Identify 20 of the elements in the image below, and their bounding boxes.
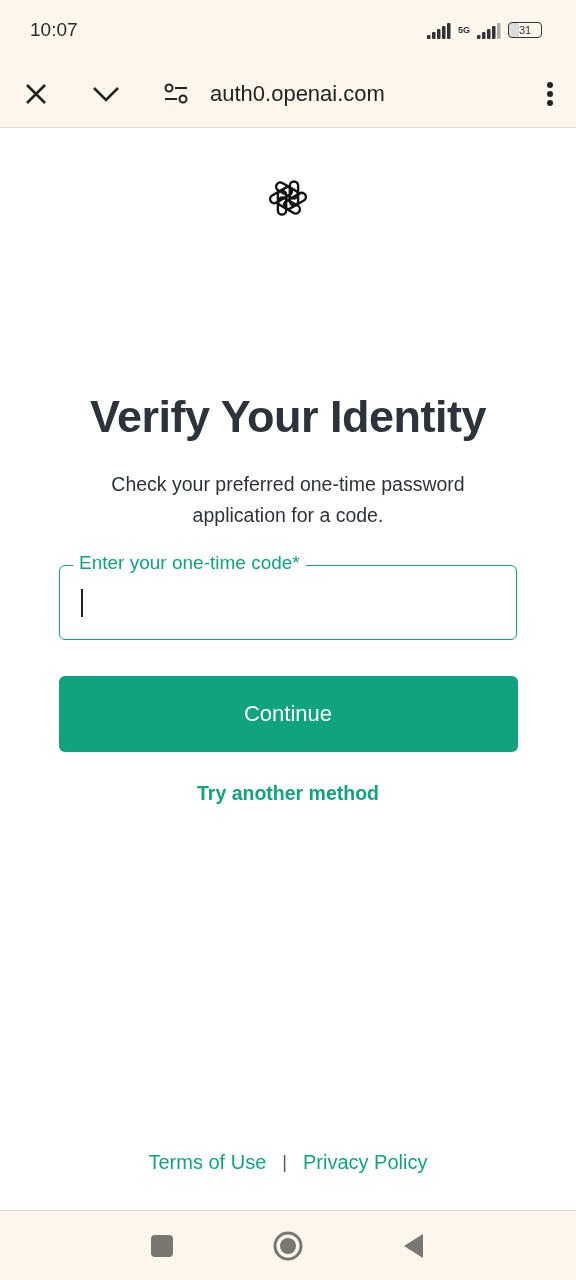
menu-button[interactable] [546, 80, 554, 107]
continue-button[interactable]: Continue [58, 676, 518, 752]
footer-link[interactable]: Privacy Policy [303, 1151, 428, 1174]
separator: | [282, 1152, 287, 1173]
cellular-signal-icon [426, 21, 452, 39]
battery-level: 31 [508, 22, 542, 38]
home-button[interactable] [273, 1230, 303, 1261]
chevron-down-button[interactable] [92, 84, 120, 103]
recents-button[interactable] [151, 1234, 173, 1257]
cellular-signal-icon-2 [476, 21, 502, 39]
text-cursor [81, 588, 83, 617]
site-settings-button[interactable] [164, 82, 188, 105]
footer-link[interactable]: Terms of Use [148, 1151, 267, 1174]
page-title: Verify Your Identity [90, 391, 486, 443]
code-input-field[interactable]: Enter your one-time code* [59, 552, 517, 640]
clock-time: 10:07 [30, 19, 78, 41]
instruction-text: Check your preferred one-time password application for a code. [110, 472, 466, 528]
try-another-method-link[interactable]: Try another method [197, 782, 379, 805]
back-button[interactable] [403, 1232, 425, 1259]
network-type: 5G [458, 25, 470, 35]
